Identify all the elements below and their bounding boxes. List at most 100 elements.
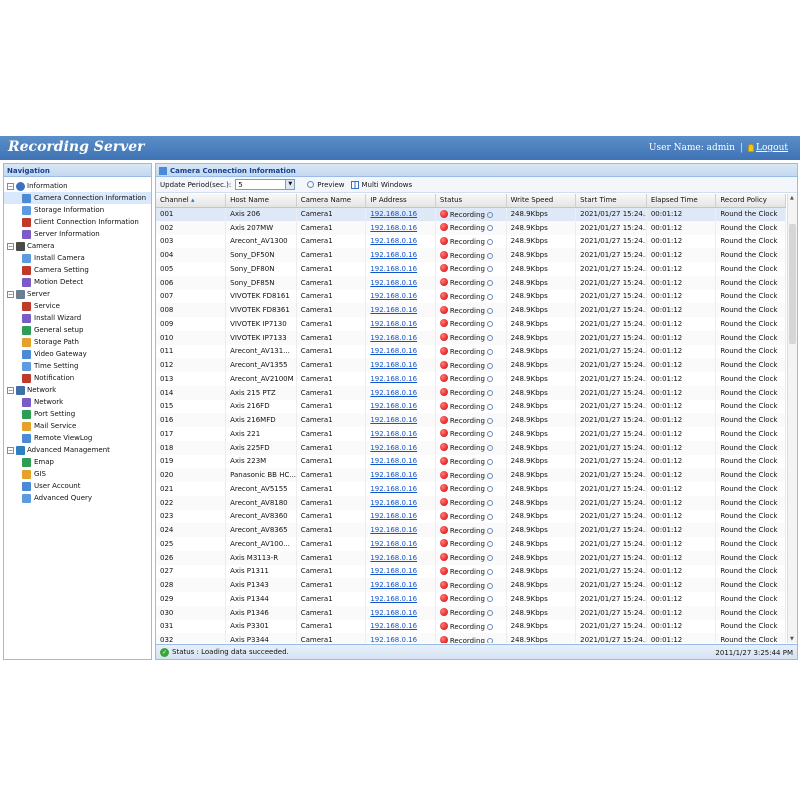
ip-address-link[interactable]: 192.168.0.16	[370, 609, 417, 617]
ip-address-link[interactable]: 192.168.0.16	[370, 389, 417, 397]
magnifier-icon[interactable]	[486, 266, 493, 273]
nav-item-storage-path[interactable]: Storage Path	[4, 336, 151, 348]
nav-item-camera-connection-information[interactable]: Camera Connection Information	[4, 192, 151, 204]
ip-address-link[interactable]: 192.168.0.16	[370, 512, 417, 520]
scrollbar-thumb[interactable]	[789, 224, 796, 344]
table-row[interactable]: 004 Sony_DF50N Camera1 192.168.0.16 Recordin…	[156, 248, 786, 262]
ip-address-link[interactable]: 192.168.0.16	[370, 567, 417, 575]
table-row[interactable]: 029 Axis P1344 Camera1 192.168.0.16 Recordin…	[156, 592, 786, 606]
magnifier-icon[interactable]	[486, 293, 493, 300]
ip-address-link[interactable]: 192.168.0.16	[370, 499, 417, 507]
nav-item-camera-setting[interactable]: Camera Setting	[4, 264, 151, 276]
column-header[interactable]: Elapsed Time	[646, 194, 717, 208]
table-row[interactable]: 018 Axis 225FD Camera1 192.168.0.16 Recordin…	[156, 440, 786, 455]
magnifier-icon[interactable]	[486, 582, 493, 589]
table-row[interactable]: 020 Panasonic BB HC... Camera1 192.168.0.16…	[156, 468, 786, 482]
nav-item-video-gateway[interactable]: Video Gateway	[4, 348, 151, 360]
table-row[interactable]: 005 Sony_DF80N Camera1 192.168.0.16 Recordin…	[156, 262, 786, 276]
multi-windows-button[interactable]: Multi Windows	[350, 180, 412, 189]
nav-item-time-setting[interactable]: Time Setting	[4, 360, 151, 372]
magnifier-icon[interactable]	[486, 610, 493, 617]
collapse-toggle-icon[interactable]: −	[7, 182, 14, 190]
ip-address-link[interactable]: 192.168.0.16	[370, 279, 417, 287]
magnifier-icon[interactable]	[486, 225, 493, 232]
nav-item-gis[interactable]: GIS	[4, 468, 151, 480]
table-row[interactable]: 023 Arecont_AV8360 Camera1 192.168.0.16 Reco…	[156, 509, 786, 524]
table-row[interactable]: 010 VIVOTEK IP7133 Camera1 192.168.0.16 Reco…	[156, 330, 786, 345]
nav-item-general-setup[interactable]: General setup	[4, 324, 151, 336]
table-row[interactable]: 015 Axis 216FD Camera1 192.168.0.16 Recordin…	[156, 399, 786, 414]
magnifier-icon[interactable]	[486, 431, 493, 438]
table-row[interactable]: 009 VIVOTEK IP7130 Camera1 192.168.0.16 Reco…	[156, 317, 786, 331]
nav-item-install-wizard[interactable]: Install Wizard	[4, 312, 151, 324]
magnifier-icon[interactable]	[486, 211, 493, 218]
ip-address-link[interactable]: 192.168.0.16	[370, 265, 417, 273]
table-row[interactable]: 026 Axis M3113-R Camera1 192.168.0.16 Record…	[156, 550, 786, 565]
magnifier-icon[interactable]	[486, 637, 493, 643]
nav-item-client-connection-information[interactable]: Client Connection Information	[4, 216, 151, 228]
magnifier-icon[interactable]	[486, 362, 493, 369]
scroll-down-icon[interactable]: ▼	[790, 636, 794, 642]
table-row[interactable]: 022 Arecont_AV8180 Camera1 192.168.0.16 Reco…	[156, 495, 786, 510]
ip-address-link[interactable]: 192.168.0.16	[370, 457, 417, 465]
magnifier-icon[interactable]	[486, 238, 493, 245]
scroll-up-icon[interactable]: ▲	[790, 195, 794, 201]
nav-item-emap[interactable]: Emap	[4, 456, 151, 468]
table-row[interactable]: 002 Axis 207MW Camera1 192.168.0.16 Recordin…	[156, 220, 786, 235]
column-header[interactable]: Channel ▴	[156, 194, 227, 208]
table-row[interactable]: 016 Axis 216MFD Camera1 192.168.0.16 Recordi…	[156, 413, 786, 427]
table-row[interactable]: 019 Axis 223M Camera1 192.168.0.16 Recording…	[156, 454, 786, 469]
nav-group-advanced-management[interactable]: − Advanced Management	[4, 444, 151, 456]
ip-address-link[interactable]: 192.168.0.16	[370, 224, 417, 232]
nav-item-port-setting[interactable]: Port Setting	[4, 408, 151, 420]
magnifier-icon[interactable]	[486, 321, 493, 328]
magnifier-icon[interactable]	[486, 527, 493, 534]
update-period-select[interactable]: 5 ▼	[235, 179, 296, 190]
nav-item-advanced-query[interactable]: Advanced Query	[4, 492, 151, 504]
ip-address-link[interactable]: 192.168.0.16	[370, 375, 417, 383]
ip-address-link[interactable]: 192.168.0.16	[370, 210, 417, 218]
nav-item-notification[interactable]: Notification	[4, 372, 151, 384]
ip-address-link[interactable]: 192.168.0.16	[370, 526, 417, 534]
table-row[interactable]: 011 Arecont_AV131... Camera1 192.168.0.16 Re…	[156, 344, 786, 359]
magnifier-icon[interactable]	[486, 348, 493, 355]
ip-address-link[interactable]: 192.168.0.16	[370, 430, 417, 438]
ip-address-link[interactable]: 192.168.0.16	[370, 237, 417, 245]
nav-item-user-account[interactable]: User Account	[4, 480, 151, 492]
ip-address-link[interactable]: 192.168.0.16	[370, 636, 417, 643]
magnifier-icon[interactable]	[486, 390, 493, 397]
magnifier-icon[interactable]	[486, 252, 493, 259]
magnifier-icon[interactable]	[486, 472, 493, 479]
magnifier-icon[interactable]	[486, 513, 493, 520]
table-row[interactable]: 003 Arecont_AV1300 Camera1 192.168.0.16 Reco…	[156, 234, 786, 249]
table-row[interactable]: 032 Axis P3344 Camera1 192.168.0.16 Recordin…	[156, 633, 786, 643]
column-header[interactable]: Status	[435, 194, 507, 208]
preview-button[interactable]: Preview	[307, 181, 345, 189]
column-header[interactable]: IP Address	[365, 194, 436, 208]
magnifier-icon[interactable]	[486, 403, 493, 410]
magnifier-icon[interactable]	[486, 376, 493, 383]
ip-address-link[interactable]: 192.168.0.16	[370, 347, 417, 355]
column-header[interactable]: Camera Name	[296, 194, 367, 208]
table-row[interactable]: 001 Axis 206 Camera1 192.168.0.16 Recording 2…	[156, 207, 786, 221]
ip-address-link[interactable]: 192.168.0.16	[370, 361, 417, 369]
column-header[interactable]: Start Time	[575, 194, 647, 208]
magnifier-icon[interactable]	[486, 335, 493, 342]
table-row[interactable]: 028 Axis P1343 Camera1 192.168.0.16 Recordin…	[156, 578, 786, 592]
ip-address-link[interactable]: 192.168.0.16	[370, 292, 417, 300]
ip-address-link[interactable]: 192.168.0.16	[370, 444, 417, 452]
table-row[interactable]: 021 Arecont_AV5155 Camera1 192.168.0.16 Reco…	[156, 482, 786, 496]
ip-address-link[interactable]: 192.168.0.16	[370, 581, 417, 589]
nav-item-mail-service[interactable]: Mail Service	[4, 420, 151, 432]
magnifier-icon[interactable]	[486, 541, 493, 548]
nav-item-service[interactable]: Service	[4, 300, 151, 312]
nav-item-server-information[interactable]: Server Information	[4, 228, 151, 240]
ip-address-link[interactable]: 192.168.0.16	[370, 402, 417, 410]
logout-link[interactable]: Logout	[748, 143, 788, 153]
ip-address-link[interactable]: 192.168.0.16	[370, 251, 417, 259]
collapse-toggle-icon[interactable]: −	[7, 242, 14, 250]
table-row[interactable]: 017 Axis 221 Camera1 192.168.0.16 Recording 2…	[156, 427, 786, 441]
ip-address-link[interactable]: 192.168.0.16	[370, 416, 417, 424]
magnifier-icon[interactable]	[486, 555, 493, 562]
magnifier-icon[interactable]	[486, 486, 493, 493]
